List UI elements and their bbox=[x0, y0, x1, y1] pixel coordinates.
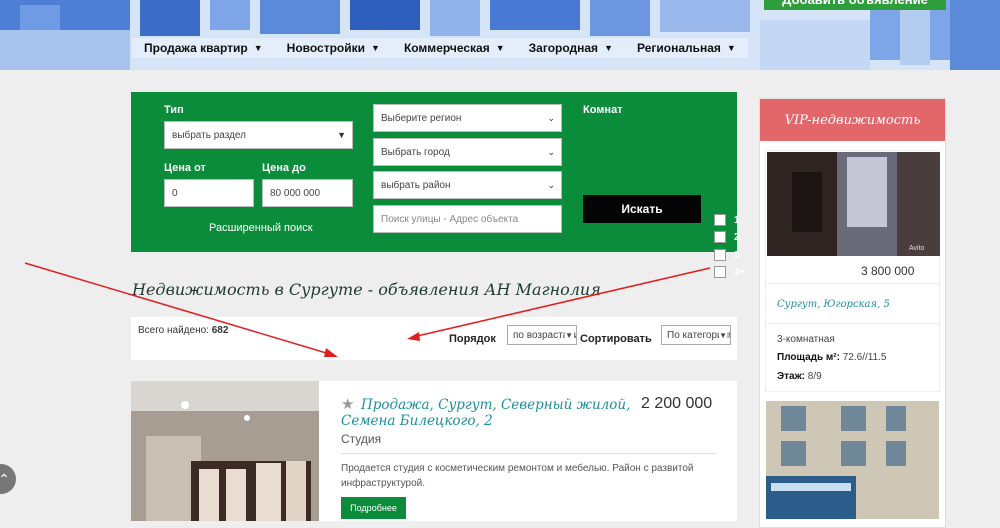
page-title: Недвижимость в Сургуте - объявления АН М… bbox=[132, 280, 601, 299]
vip-rooms: 3-комнатная bbox=[777, 334, 835, 345]
listing-title-link[interactable]: Продажа, Сургут, Северный жилой, Семена … bbox=[341, 397, 631, 429]
vip-sidebar: VIP-недвижимость Avito 3 800 000 Сургут,… bbox=[759, 98, 946, 528]
search-submit-button[interactable]: Искать bbox=[583, 195, 701, 223]
checkbox[interactable] bbox=[714, 266, 726, 278]
nav-label: Загородная bbox=[528, 41, 599, 55]
floor-value: 8/9 bbox=[807, 371, 822, 382]
city-select-value: Выбрать город bbox=[381, 146, 450, 158]
vip-heading: VIP-недвижимость bbox=[760, 99, 945, 141]
rooms-label: Комнат bbox=[583, 104, 623, 116]
select-arrow-icon: ▼ bbox=[565, 330, 573, 340]
vip-floor: Этаж: 8/9 bbox=[777, 371, 822, 382]
order-label: Порядок bbox=[449, 333, 496, 345]
sort-select[interactable]: По категориям ▼ bbox=[661, 325, 731, 345]
type-select-value: выбрать раздел bbox=[172, 129, 246, 141]
sort-label: Сортировать bbox=[580, 333, 652, 345]
order-select[interactable]: по возрастанию▼ bbox=[507, 325, 577, 345]
city-select[interactable]: Выбрать город ⌄ bbox=[373, 138, 562, 166]
checkbox[interactable] bbox=[714, 231, 726, 243]
chevron-down-icon: ⌄ bbox=[547, 146, 555, 157]
search-panel: Тип выбрать раздел ▼ Цена от 0 Цена до 80… bbox=[131, 92, 745, 278]
checkbox[interactable] bbox=[714, 249, 726, 261]
checkbox-label: 2 bbox=[734, 231, 740, 243]
checkbox-label: 1 bbox=[734, 214, 740, 226]
total-count: 682 bbox=[211, 325, 229, 336]
listing-card: ★ Продажа, Сургут, Северный жилой, Семен… bbox=[131, 381, 737, 521]
divider bbox=[766, 283, 941, 284]
room-checkbox-1[interactable]: 1 bbox=[714, 214, 740, 226]
district-select[interactable]: выбрать район ⌄ bbox=[373, 171, 562, 199]
select-arrow-icon: ▼ bbox=[719, 330, 727, 340]
vip-address-link[interactable]: Сургут, Югорская, 5 bbox=[777, 299, 890, 310]
area-value: 72.6//11.5 bbox=[842, 352, 887, 363]
region-select[interactable]: Выберите регион ⌄ bbox=[373, 104, 562, 132]
vip-photo-2-image bbox=[766, 401, 939, 519]
nav-label: Новостройки bbox=[286, 41, 366, 55]
chevron-down-icon: ⌄ bbox=[547, 112, 555, 123]
street-search-input[interactable]: Поиск улицы - Адрес объекта bbox=[373, 205, 562, 233]
divider bbox=[766, 323, 941, 324]
site-header: Добавить объявление Продажа квартир ▼ Нов… bbox=[0, 0, 1000, 70]
checkbox[interactable] bbox=[714, 214, 726, 226]
floor-label: Этаж: bbox=[777, 371, 805, 382]
nav-item-commercial[interactable]: Коммерческая ▼ bbox=[391, 38, 517, 58]
nav-label: Продажа квартир bbox=[144, 41, 248, 55]
chevron-up-icon: ⌃ bbox=[0, 470, 10, 487]
nav-item-regional[interactable]: Региональная ▼ bbox=[624, 38, 748, 58]
listing-price: 2 200 000 bbox=[641, 395, 713, 412]
checkbox-label: 4+ bbox=[734, 266, 746, 278]
vip-photo-image: Avito bbox=[767, 152, 940, 256]
listing-subtitle: Студия bbox=[341, 432, 382, 446]
header-skyline-image bbox=[0, 0, 1000, 70]
type-select[interactable]: выбрать раздел ▼ bbox=[164, 121, 353, 149]
nav-item-country[interactable]: Загородная ▼ bbox=[516, 38, 625, 58]
price-from-input[interactable]: 0 bbox=[164, 179, 254, 207]
room-checkbox-4plus[interactable]: 4+ bbox=[714, 266, 745, 278]
add-listing-button[interactable]: Добавить объявление bbox=[764, 0, 946, 10]
advanced-search-link[interactable]: Расширенный поиск bbox=[209, 222, 313, 234]
room-checkbox-2[interactable]: 2 bbox=[714, 231, 740, 243]
vip-photo[interactable]: Avito bbox=[767, 152, 940, 256]
chevron-down-icon: ⌄ bbox=[547, 179, 555, 190]
total-label: Всего найдено: bbox=[138, 325, 209, 336]
total-found: Всего найдено: 682 bbox=[138, 325, 228, 336]
chevron-down-icon: ▼ bbox=[253, 43, 263, 53]
divider bbox=[341, 453, 717, 454]
region-select-value: Выберите регион bbox=[381, 112, 462, 124]
chevron-down-icon: ▼ bbox=[371, 43, 380, 53]
avito-watermark: Avito bbox=[909, 245, 925, 252]
vip-area: Площадь м²: 72.6//11.5 bbox=[777, 352, 887, 363]
price-from-label: Цена от bbox=[164, 162, 206, 174]
price-to-input[interactable]: 80 000 000 bbox=[262, 179, 353, 207]
vip-price: 3 800 000 bbox=[861, 264, 915, 278]
price-to-label: Цена до bbox=[262, 162, 306, 174]
results-bar: Всего найдено: 682 Порядок по возрастани… bbox=[131, 317, 737, 360]
chevron-down-icon: ▼ bbox=[495, 43, 505, 53]
vip-card[interactable]: Avito 3 800 000 Сургут, Югорская, 5 3-ко… bbox=[765, 150, 941, 392]
vip-photo-2[interactable] bbox=[766, 401, 939, 519]
checkbox-label: 3 bbox=[734, 249, 740, 261]
chevron-down-icon: ▼ bbox=[726, 43, 736, 53]
nav-label: Коммерческая bbox=[403, 41, 490, 55]
nav-item-apartments[interactable]: Продажа квартир ▼ bbox=[132, 38, 275, 58]
nav-item-new-buildings[interactable]: Новостройки ▼ bbox=[274, 38, 392, 58]
room-checkbox-3[interactable]: 3 bbox=[714, 249, 740, 261]
nav-label: Региональная bbox=[636, 41, 721, 55]
area-label: Площадь м²: bbox=[777, 352, 840, 363]
select-arrow-icon: ▼ bbox=[337, 130, 346, 140]
type-label: Тип bbox=[164, 104, 184, 116]
scroll-top-button[interactable]: ⌃ bbox=[0, 464, 16, 494]
details-button[interactable]: Подробнее bbox=[341, 497, 406, 519]
chevron-down-icon: ▼ bbox=[604, 43, 613, 53]
listing-photo[interactable] bbox=[131, 381, 319, 521]
main-nav: Продажа квартир ▼ Новостройки ▼ Коммерческ… bbox=[132, 38, 748, 58]
listing-photo-image bbox=[131, 381, 319, 521]
listing-description: Продается студия с косметическим ремонто… bbox=[341, 463, 694, 489]
district-select-value: выбрать район bbox=[381, 179, 451, 191]
